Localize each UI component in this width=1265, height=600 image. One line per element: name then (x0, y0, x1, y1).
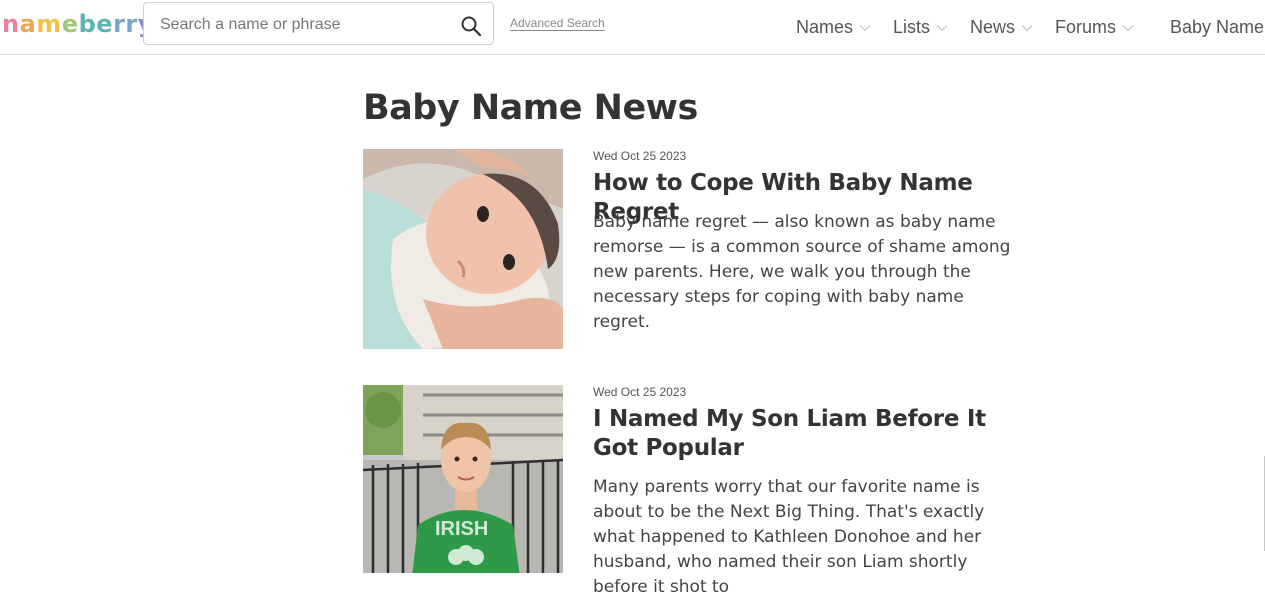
article-summary: Many parents worry that our favorite nam… (593, 477, 985, 597)
nav-label: Forums (1055, 17, 1117, 37)
nav-item-baby-names[interactable]: Baby Name (1170, 17, 1264, 38)
chevron-down-icon (1122, 25, 1134, 32)
search-box (143, 2, 494, 45)
boy-photo-image: IRISH (363, 385, 563, 573)
logo-letter: r (125, 10, 138, 38)
article-card: Wed Oct 25 2023 How to Cope With Baby Na… (363, 149, 1023, 359)
chevron-down-icon (1021, 25, 1033, 32)
logo-letter: r (113, 10, 126, 38)
logo-letter: e (96, 10, 114, 38)
site-header: nameberry Advanced Search Names Lists News… (0, 0, 1265, 55)
logo-letter: n (2, 10, 20, 38)
article-summary: Baby name regret — also known as baby na… (593, 212, 1011, 332)
nav-item-news[interactable]: News (970, 17, 1033, 38)
article-thumbnail[interactable] (363, 149, 563, 349)
search-input[interactable] (158, 13, 452, 37)
article-title[interactable]: I Named My Son Liam Before It Got Popula… (593, 405, 1023, 463)
logo-letter: m (36, 10, 62, 38)
article-thumbnail[interactable]: IRISH (363, 385, 563, 573)
page-title: Baby Name News (363, 88, 698, 128)
article-card: IRISH Wed Oct 25 2023 I Named My Son Lia… (363, 385, 1023, 597)
article-date: Wed Oct 25 2023 (593, 149, 687, 163)
nav-label: Lists (893, 17, 931, 37)
search-icon[interactable] (460, 15, 482, 37)
svg-text:IRISH: IRISH (435, 518, 488, 540)
logo-letter: a (19, 10, 37, 38)
logo-letter: b (78, 10, 97, 38)
nameberry-logo[interactable]: nameberry (2, 8, 154, 40)
chevron-down-icon (936, 25, 948, 32)
nav-label: Names (796, 17, 854, 37)
logo-letter: e (61, 10, 79, 38)
advanced-search-link[interactable]: Advanced Search (510, 16, 605, 30)
chevron-down-icon (859, 25, 871, 32)
article-date: Wed Oct 25 2023 (593, 385, 687, 399)
nav-item-names[interactable]: Names (796, 17, 871, 38)
nav-item-lists[interactable]: Lists (893, 17, 948, 38)
baby-photo-image (363, 149, 563, 349)
nav-label: News (970, 17, 1016, 37)
nav-item-forums[interactable]: Forums (1055, 17, 1134, 38)
main-nav: Names Lists News Forums (796, 17, 1156, 39)
